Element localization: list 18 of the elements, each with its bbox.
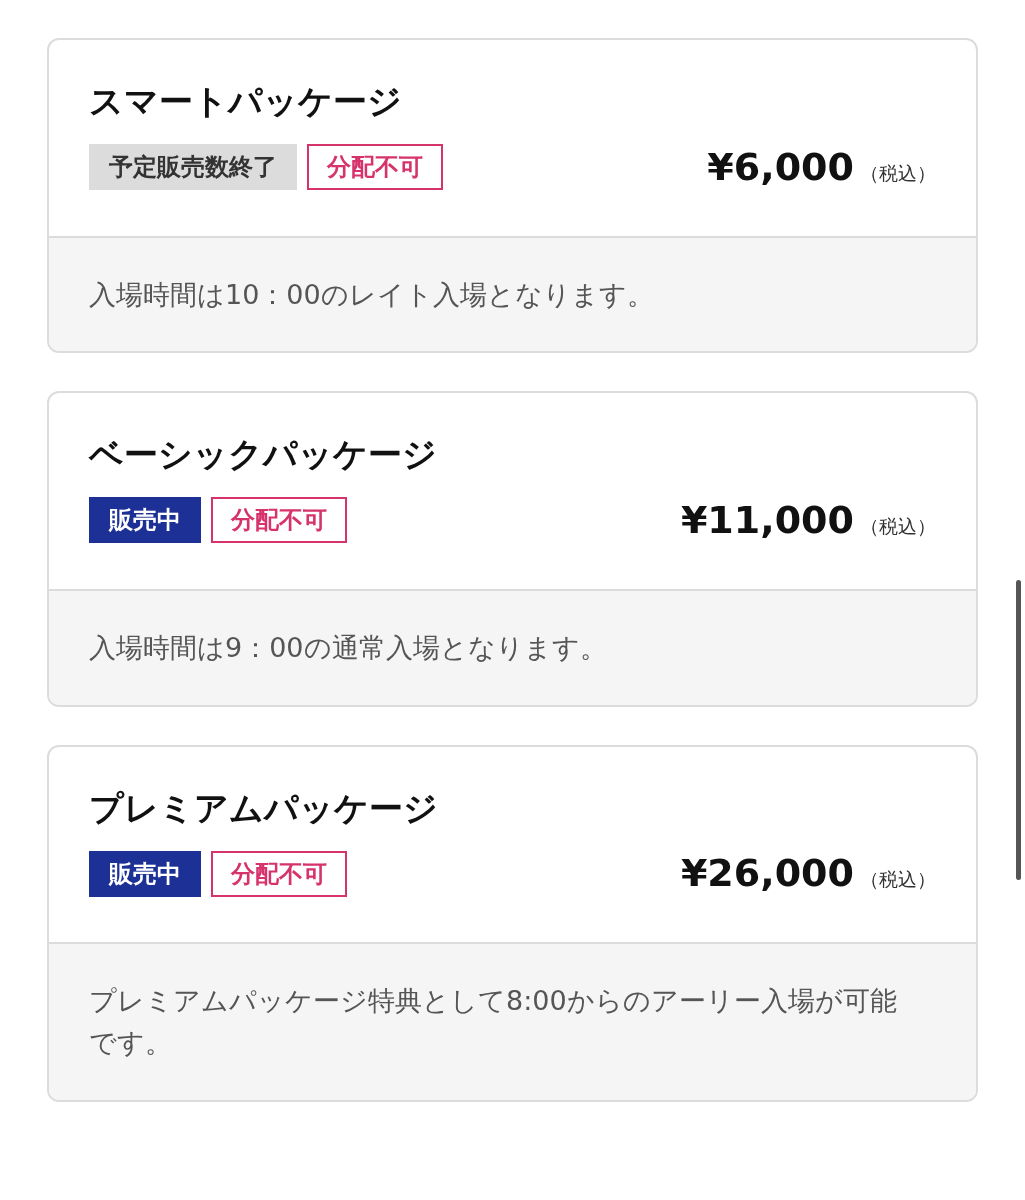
package-title: スマートパッケージ (89, 80, 403, 123)
restriction-badge: 分配不可 (307, 144, 443, 190)
restriction-badge: 分配不可 (211, 850, 347, 897)
tax-note: （税込） (860, 513, 936, 539)
tax-note: （税込） (860, 160, 936, 186)
price: ¥26,000 (680, 850, 854, 898)
entry-description: 入場時間は9：00の通常入場となります。 (89, 630, 608, 665)
entry-description: プレミアムパッケージ特典として8:00からのアーリー入場が可能です。 (89, 984, 898, 1061)
restriction-badge: 分配不可 (211, 497, 347, 544)
package-title: ベーシックパッケージ (89, 433, 438, 476)
entry-description: 入場時間は10：00のレイト入場となります。 (89, 277, 655, 312)
on-sale-badge: 販売中 (89, 850, 201, 897)
price: ¥6,000 (707, 143, 854, 191)
price: ¥11,000 (680, 496, 854, 544)
tax-note: （税込） (860, 867, 936, 893)
sold-out-badge: 予定販売数終了 (89, 144, 297, 190)
package-title: プレミアムパッケージ (89, 786, 439, 830)
on-sale-badge: 販売中 (89, 497, 201, 544)
